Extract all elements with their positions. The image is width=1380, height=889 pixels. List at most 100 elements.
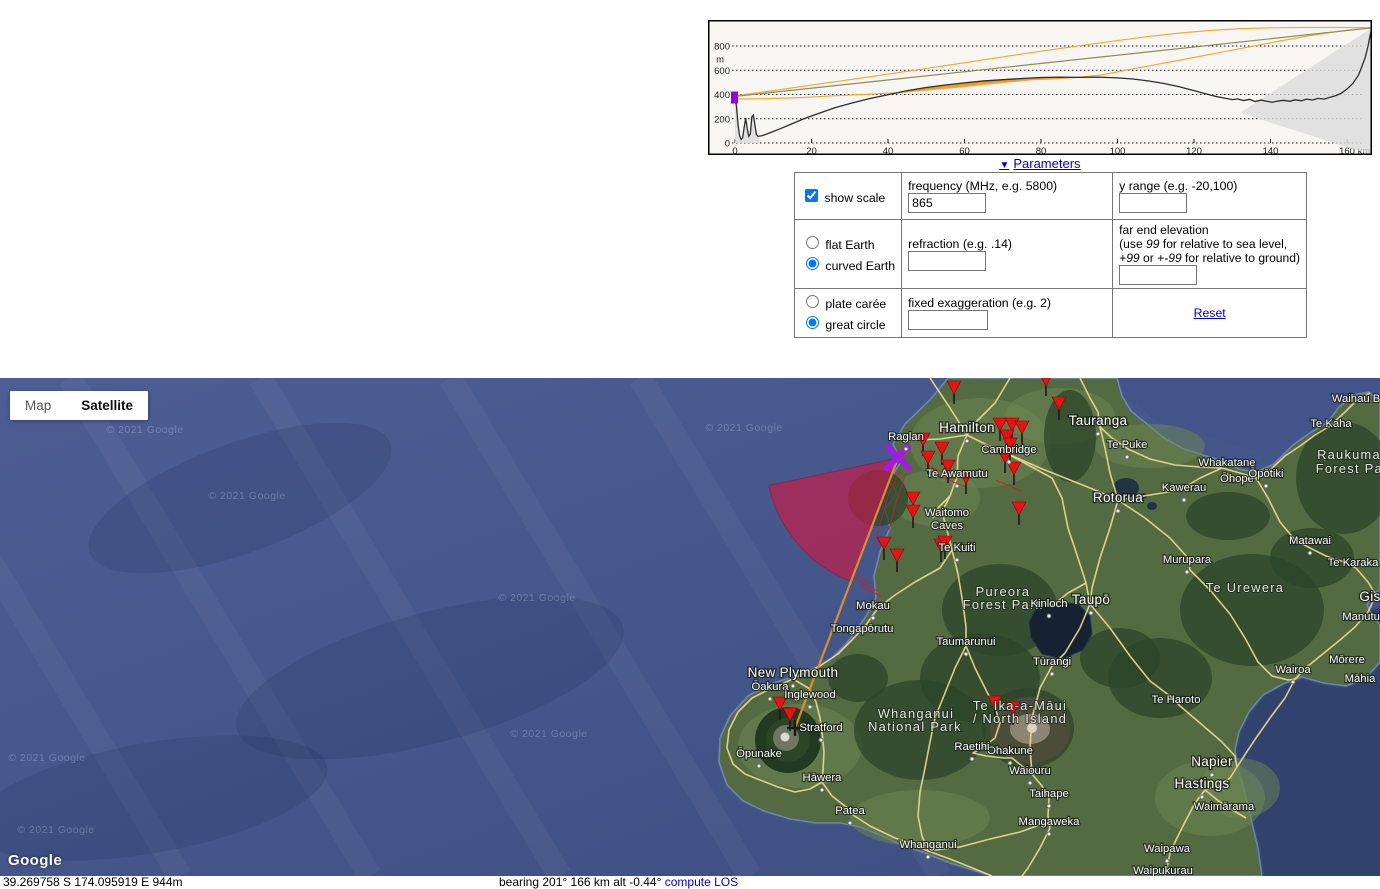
map-label: Wairoa [1275,664,1311,676]
town-dot [926,855,930,859]
map-label: Mōrere [1329,654,1365,666]
plate-caree-option[interactable]: plate carée [801,292,895,313]
map-label: Murupara [1163,554,1212,566]
map-label: Kinloch [1030,598,1067,610]
y-range-input[interactable] [1119,193,1187,213]
far-end-elevation-label: far end elevation (use 99 for relative t… [1119,223,1300,265]
y-axis-tick-label: 800 [714,42,730,53]
parameters-toggle: ▼Parameters [794,156,1286,171]
town-dot [970,757,974,761]
map-watermark: © 2021 Google [498,592,575,604]
compute-los-link[interactable]: compute LOS [665,875,738,889]
map-canvas[interactable]: Map Satellite Google © 2021 Google© 2021… [0,378,1380,876]
refraction-label: refraction (e.g. .14) [908,237,1106,251]
map-label: Gisborne [1359,589,1380,604]
town-dot [808,705,812,709]
map-button[interactable]: Map [10,391,66,420]
town-dot [1007,460,1011,464]
show-scale-label: show scale [824,191,885,205]
map-watermark: © 2021 Google [8,752,85,764]
cursor-coordinates: 39.269758 S 174.095919 E 944m [3,876,182,888]
town-dot [768,697,772,701]
reset-link[interactable]: Reset [1194,306,1226,320]
map-label: Mokau [856,600,890,612]
status-bar: 39.269758 S 174.095919 E 944m bearing 20… [0,876,1380,888]
map-label: National Park [868,719,962,734]
curved-earth-radio[interactable] [806,257,819,270]
satellite-button[interactable]: Satellite [66,391,148,420]
y-axis-tick-label: 0 [725,139,730,150]
elevation-profile-svg: 0200400600800m020406080100120140160km [708,20,1372,155]
town-dot [904,447,908,451]
map-label: Te Kuiti [938,542,975,554]
map-label: Whanganui [899,839,956,851]
profile-start-marker [731,92,738,104]
town-dot [1200,795,1204,799]
map-label: Stratford [799,722,842,734]
great-circle-option[interactable]: great circle [801,313,895,334]
map-svg[interactable]: © 2021 Google© 2021 Google© 2021 Google©… [0,378,1380,876]
map-label: Mangaweka [1019,816,1081,828]
frequency-input[interactable] [908,193,986,213]
map-label: Waimārama [1194,801,1255,813]
map-label: Taumarunui [936,636,995,648]
map-label: Patea [835,805,865,817]
town-dot [1116,509,1120,513]
map-label: Whakatane [1198,457,1255,469]
map-label: Waitomo [925,507,969,519]
map-label: Te Urewera [1206,580,1284,595]
town-dot [1185,570,1189,574]
map-label: Tauranga [1069,413,1128,428]
map-label: Tongapōrutu [831,623,894,635]
map-label: Waihau Bay [1332,393,1380,405]
town-dot [1096,432,1100,436]
town-dot [1291,680,1295,684]
map-label: Ōpōtiki [1248,468,1283,480]
map-label: Ohakune [987,745,1033,757]
show-scale-option[interactable]: show scale [801,186,895,207]
bearing-readout: bearing 201° 166 km alt -0.44° compute L… [499,876,738,888]
fixed-exaggeration-input[interactable] [908,310,988,330]
town-dot [1047,614,1051,618]
map-label: Waiouru [1009,765,1051,777]
map-label: Māhia [1345,673,1376,685]
map-label: Napier [1191,754,1233,769]
y-axis-tick-label: 400 [714,90,730,101]
great-circle-radio[interactable] [806,316,819,329]
elevation-profile-chart: 0200400600800m020406080100120140160km [708,20,1372,155]
y-axis-unit: m [716,54,724,65]
flat-earth-radio[interactable] [806,236,819,249]
map-label: Te Haroto [1152,694,1201,706]
map-label: Matawai [1289,535,1331,547]
map-label: Te Awamutu [926,468,987,480]
flat-earth-option[interactable]: flat Earth [801,233,895,254]
map-watermark: © 2021 Google [208,490,285,502]
town-dot [964,652,968,656]
show-scale-checkbox[interactable] [805,189,818,202]
map-type-control: Map Satellite [10,391,148,420]
map-label: Te Puke [1107,439,1148,451]
map-label: Te Karaka [1328,557,1380,569]
plate-caree-radio[interactable] [806,295,819,308]
map-label: Raukumara [1317,447,1380,462]
town-dot [791,684,795,688]
town-dot [1308,551,1312,555]
town-dot [1050,672,1054,676]
map-label: Taihape [1029,788,1069,800]
town-dot [871,616,875,620]
parameters-link[interactable]: ▼Parameters [999,156,1080,171]
curved-earth-option[interactable]: curved Earth [801,254,895,275]
town-dot [1125,455,1129,459]
y-range-label: y range (e.g. -20,100) [1119,179,1237,193]
map-label: Kawerau [1162,482,1207,494]
y-axis-tick-label: 600 [714,66,730,77]
refraction-input[interactable] [908,251,986,271]
town-dot [955,484,959,488]
town-dot [1047,832,1051,836]
town-dot [1264,484,1268,488]
map-label: Waipawa [1144,843,1191,855]
parameters-panel: show scale frequency (MHz, e.g. 5800) y … [794,172,1307,338]
town-dot [757,764,761,768]
town-dot [820,788,824,792]
far-end-elevation-input[interactable] [1119,265,1197,285]
